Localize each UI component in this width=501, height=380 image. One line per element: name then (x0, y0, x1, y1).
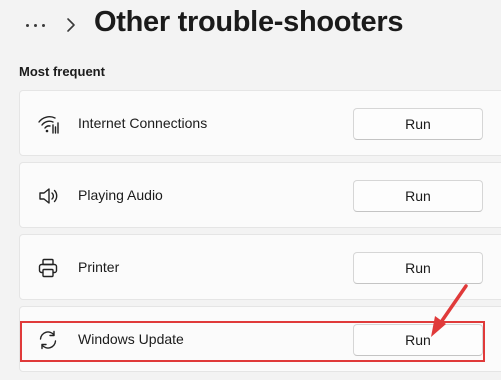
run-button-playing-audio[interactable]: Run (353, 180, 483, 212)
item-label: Playing Audio (78, 187, 163, 203)
run-button-printer[interactable]: Run (353, 252, 483, 284)
page-title: Other trouble-shooters (94, 6, 404, 38)
list-item-internet-connections: Internet Connections Run (19, 90, 501, 156)
more-horizontal-icon[interactable] (20, 14, 50, 36)
run-button-windows-update[interactable]: Run (353, 324, 483, 356)
sync-icon (39, 330, 57, 350)
speaker-icon (39, 188, 58, 204)
item-label: Internet Connections (78, 115, 208, 131)
item-label: Windows Update (78, 331, 184, 347)
printer-icon (38, 258, 58, 278)
header: Other trouble-shooters (0, 0, 501, 56)
wifi-icon (38, 116, 59, 134)
chevron-right-icon[interactable] (64, 17, 78, 33)
run-button-internet-connections[interactable]: Run (353, 108, 483, 140)
item-label: Printer (78, 259, 120, 275)
list-item-playing-audio: Playing Audio Run (19, 162, 501, 228)
list-item-windows-update: Windows Update Run (19, 306, 501, 372)
section-title: Most frequent (19, 64, 105, 79)
list-item-printer: Printer Run (19, 234, 501, 300)
